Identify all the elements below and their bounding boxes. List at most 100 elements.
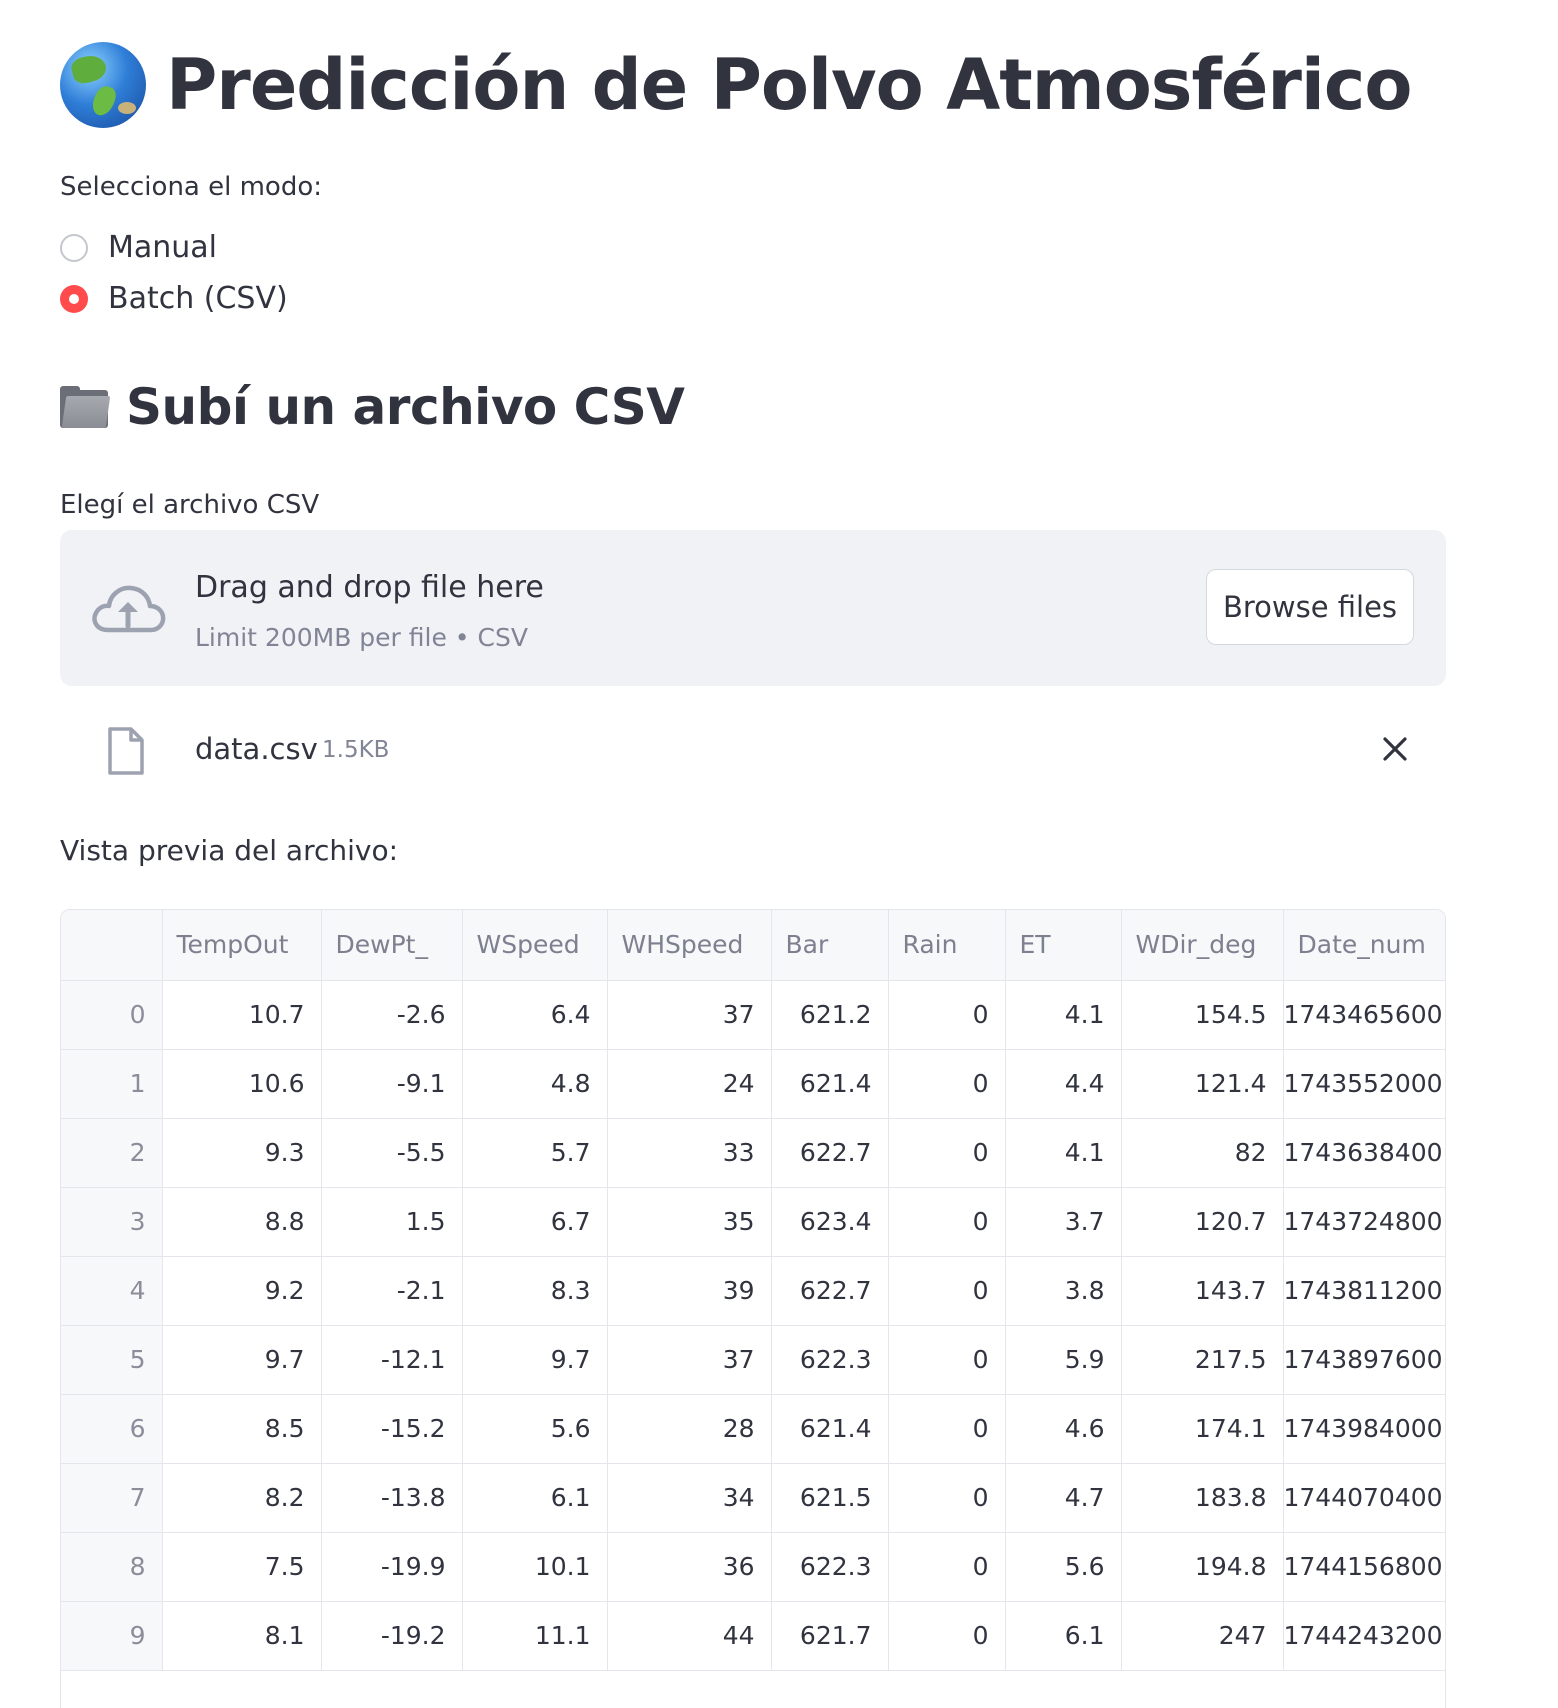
table-cell[interactable]: 5.6 xyxy=(1005,1532,1122,1602)
table-cell[interactable]: 34 xyxy=(607,1463,772,1533)
table-cell[interactable]: 6.7 xyxy=(462,1187,608,1257)
table-cell[interactable]: 621.4 xyxy=(771,1049,889,1119)
table-row[interactable]: 2 9.3 -5.5 5.7 33 622.7 0 4.1 82 1743638400 xyxy=(61,1118,1445,1188)
table-cell[interactable]: 1743897600 xyxy=(1283,1325,1445,1395)
table-cell[interactable]: -19.9 xyxy=(321,1532,463,1602)
table-cell[interactable]: 1743552000 xyxy=(1283,1049,1445,1119)
table-cell[interactable]: 174.1 xyxy=(1121,1394,1284,1464)
table-cell[interactable]: 621.4 xyxy=(771,1394,889,1464)
table-cell[interactable]: 5.7 xyxy=(462,1118,608,1188)
table-cell[interactable]: 6.4 xyxy=(462,980,608,1050)
table-cell[interactable]: 5.9 xyxy=(1005,1325,1122,1395)
table-cell[interactable]: -9.1 xyxy=(321,1049,463,1119)
table-row[interactable]: 4 9.2 -2.1 8.3 39 622.7 0 3.8 143.7 1743811200 xyxy=(61,1256,1445,1326)
table-cell[interactable]: 9.7 xyxy=(162,1325,322,1395)
row-index-cell[interactable]: 7 xyxy=(61,1463,163,1533)
column-header[interactable]: ET xyxy=(1005,910,1122,981)
table-cell[interactable]: 9.7 xyxy=(462,1325,608,1395)
table-cell[interactable]: 6.1 xyxy=(1005,1601,1122,1671)
table-cell[interactable]: 0 xyxy=(888,1463,1006,1533)
table-cell[interactable]: 121.4 xyxy=(1121,1049,1284,1119)
table-cell[interactable]: 0 xyxy=(888,980,1006,1050)
table-row[interactable]: 6 8.5 -15.2 5.6 28 621.4 0 4.6 174.1 1743984000 xyxy=(61,1394,1445,1464)
table-cell[interactable]: 1743724800 xyxy=(1283,1187,1445,1257)
table-cell[interactable]: -5.5 xyxy=(321,1118,463,1188)
table-cell[interactable]: 3.7 xyxy=(1005,1187,1122,1257)
table-cell[interactable]: 10.6 xyxy=(162,1049,322,1119)
table-cell[interactable]: 1743465600 xyxy=(1283,980,1445,1050)
row-index-cell[interactable]: 2 xyxy=(61,1118,163,1188)
table-row[interactable]: 3 8.8 1.5 6.7 35 623.4 0 3.7 120.7 1743724800 xyxy=(61,1187,1445,1257)
column-header[interactable]: WSpeed xyxy=(462,910,608,981)
table-cell[interactable]: 4.1 xyxy=(1005,980,1122,1050)
table-cell[interactable]: 143.7 xyxy=(1121,1256,1284,1326)
table-cell[interactable]: 622.3 xyxy=(771,1532,889,1602)
table-cell[interactable]: 1744243200 xyxy=(1283,1601,1445,1671)
table-cell[interactable]: 1743984000 xyxy=(1283,1394,1445,1464)
table-cell[interactable]: 621.5 xyxy=(771,1463,889,1533)
table-cell[interactable]: 11.1 xyxy=(462,1601,608,1671)
row-index-cell[interactable]: 0 xyxy=(61,980,163,1050)
table-cell[interactable]: 82 xyxy=(1121,1118,1284,1188)
table-cell[interactable]: 8.8 xyxy=(162,1187,322,1257)
table-cell[interactable]: -12.1 xyxy=(321,1325,463,1395)
table-row[interactable]: 9 8.1 -19.2 11.1 44 621.7 0 6.1 247 1744243200 xyxy=(61,1601,1445,1671)
table-row[interactable]: 5 9.7 -12.1 9.7 37 622.3 0 5.9 217.5 1743897600 xyxy=(61,1325,1445,1395)
table-cell[interactable]: 28 xyxy=(607,1394,772,1464)
table-cell[interactable]: 4.7 xyxy=(1005,1463,1122,1533)
table-cell[interactable]: 6.1 xyxy=(462,1463,608,1533)
table-cell[interactable]: 0 xyxy=(888,1532,1006,1602)
table-cell[interactable]: 7.5 xyxy=(162,1532,322,1602)
row-index-cell[interactable]: 4 xyxy=(61,1256,163,1326)
table-cell[interactable]: 24 xyxy=(607,1049,772,1119)
table-cell[interactable]: 4.4 xyxy=(1005,1049,1122,1119)
table-cell[interactable]: 37 xyxy=(607,1325,772,1395)
table-cell[interactable]: 37 xyxy=(607,980,772,1050)
table-cell[interactable]: 621.7 xyxy=(771,1601,889,1671)
table-cell[interactable]: -13.8 xyxy=(321,1463,463,1533)
table-cell[interactable]: 33 xyxy=(607,1118,772,1188)
table-cell[interactable]: 183.8 xyxy=(1121,1463,1284,1533)
table-cell[interactable]: 623.4 xyxy=(771,1187,889,1257)
table-cell[interactable]: 247 xyxy=(1121,1601,1284,1671)
file-dropzone[interactable]: Drag and drop file here Limit 200MB per … xyxy=(60,530,1446,686)
data-preview-table[interactable]: TempOut DewPt_ WSpeed WHSpeed Bar Rain ET WDir_… xyxy=(60,909,1446,1708)
close-icon[interactable] xyxy=(1380,734,1410,764)
table-cell[interactable]: 0 xyxy=(888,1118,1006,1188)
table-cell[interactable]: 0 xyxy=(888,1601,1006,1671)
column-header[interactable]: Date_num xyxy=(1283,910,1445,981)
row-index-cell[interactable]: 3 xyxy=(61,1187,163,1257)
table-cell[interactable]: 44 xyxy=(607,1601,772,1671)
column-header[interactable]: TempOut xyxy=(162,910,322,981)
table-cell[interactable]: 36 xyxy=(607,1532,772,1602)
column-header[interactable]: WHSpeed xyxy=(607,910,772,981)
table-cell[interactable]: 4.6 xyxy=(1005,1394,1122,1464)
table-cell[interactable]: 622.3 xyxy=(771,1325,889,1395)
table-cell[interactable]: -19.2 xyxy=(321,1601,463,1671)
table-row[interactable]: 8 7.5 -19.9 10.1 36 622.3 0 5.6 194.8 1744156800 xyxy=(61,1532,1445,1602)
table-cell[interactable]: 1.5 xyxy=(321,1187,463,1257)
row-index-cell[interactable]: 1 xyxy=(61,1049,163,1119)
table-cell[interactable]: 0 xyxy=(888,1394,1006,1464)
table-cell[interactable]: 0 xyxy=(888,1049,1006,1119)
column-header[interactable]: DewPt_ xyxy=(321,910,463,981)
table-cell[interactable]: 622.7 xyxy=(771,1118,889,1188)
table-cell[interactable]: 1744070400 xyxy=(1283,1463,1445,1533)
table-cell[interactable]: 0 xyxy=(888,1187,1006,1257)
column-header[interactable]: Bar xyxy=(771,910,889,981)
table-cell[interactable]: -2.1 xyxy=(321,1256,463,1326)
table-row[interactable]: 0 10.7 -2.6 6.4 37 621.2 0 4.1 154.5 1743465600 xyxy=(61,980,1445,1050)
table-cell[interactable]: 1743638400 xyxy=(1283,1118,1445,1188)
index-column-header[interactable] xyxy=(61,910,163,981)
table-cell[interactable]: 9.2 xyxy=(162,1256,322,1326)
table-cell[interactable]: 8.3 xyxy=(462,1256,608,1326)
table-cell[interactable]: 217.5 xyxy=(1121,1325,1284,1395)
column-header[interactable]: WDir_deg xyxy=(1121,910,1284,981)
browse-files-button[interactable]: Browse files xyxy=(1206,569,1414,645)
table-cell[interactable]: 1743811200 xyxy=(1283,1256,1445,1326)
row-index-cell[interactable]: 9 xyxy=(61,1601,163,1671)
table-cell[interactable]: 8.1 xyxy=(162,1601,322,1671)
table-cell[interactable]: 10.7 xyxy=(162,980,322,1050)
column-header[interactable]: Rain xyxy=(888,910,1006,981)
table-cell[interactable]: 8.5 xyxy=(162,1394,322,1464)
